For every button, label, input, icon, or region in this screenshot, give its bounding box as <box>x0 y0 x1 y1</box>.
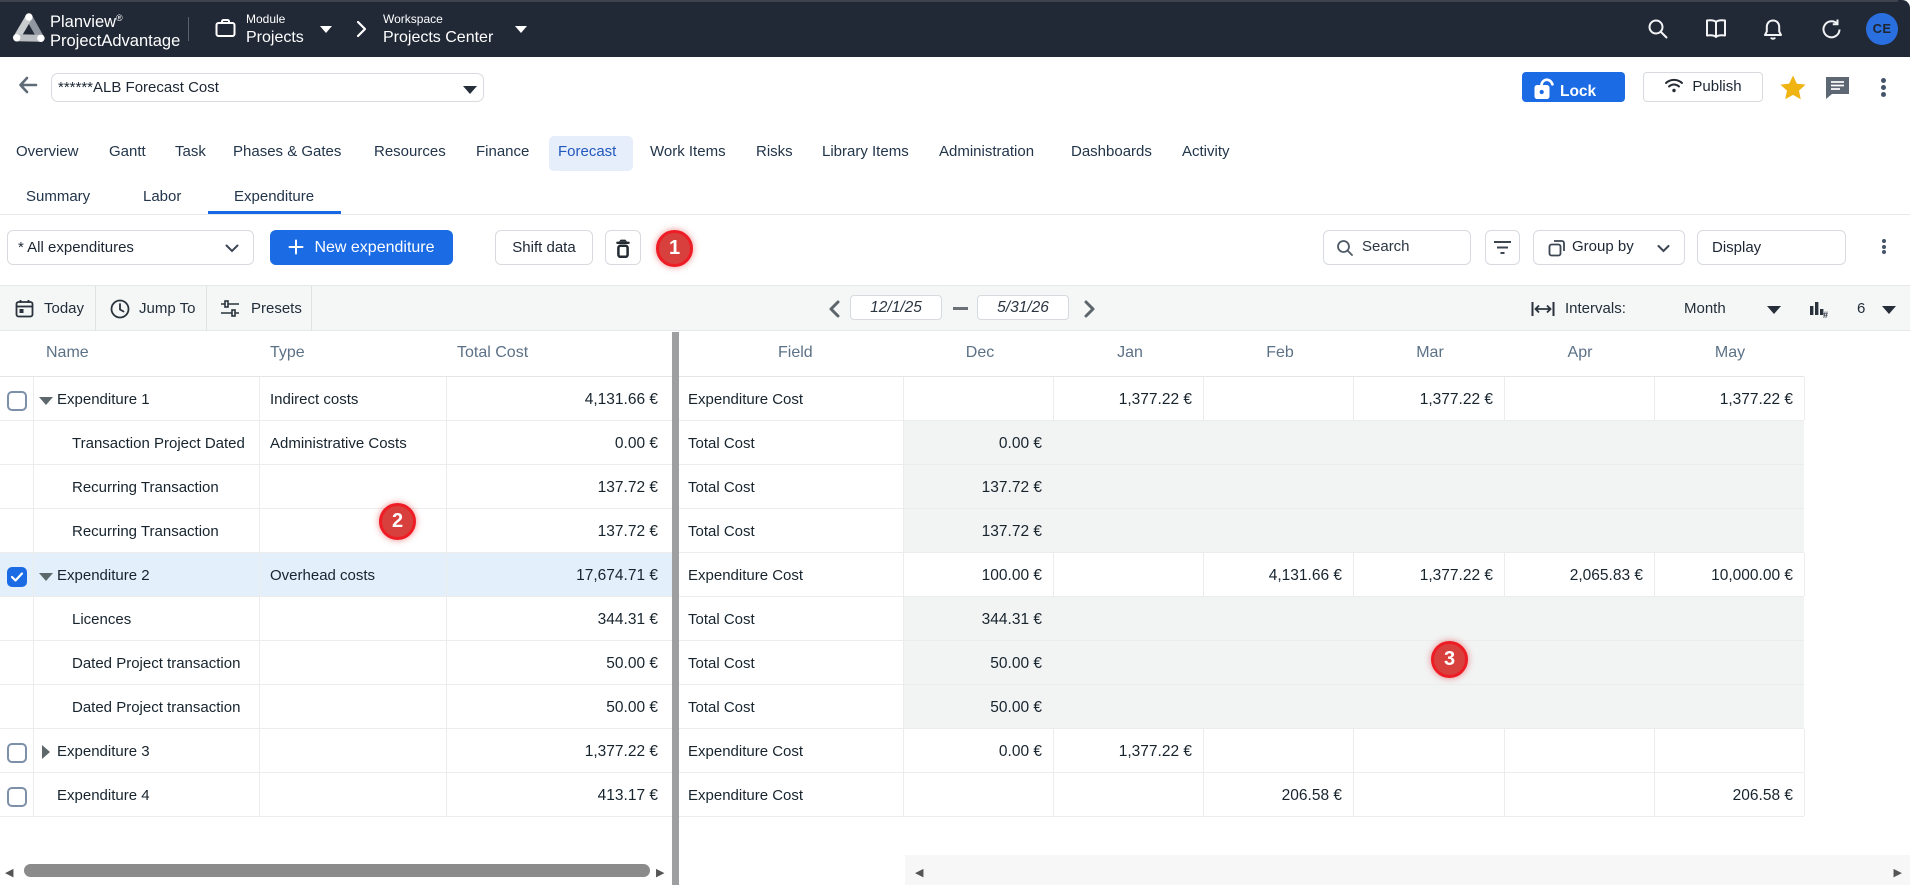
svg-text:#: # <box>1823 310 1828 318</box>
